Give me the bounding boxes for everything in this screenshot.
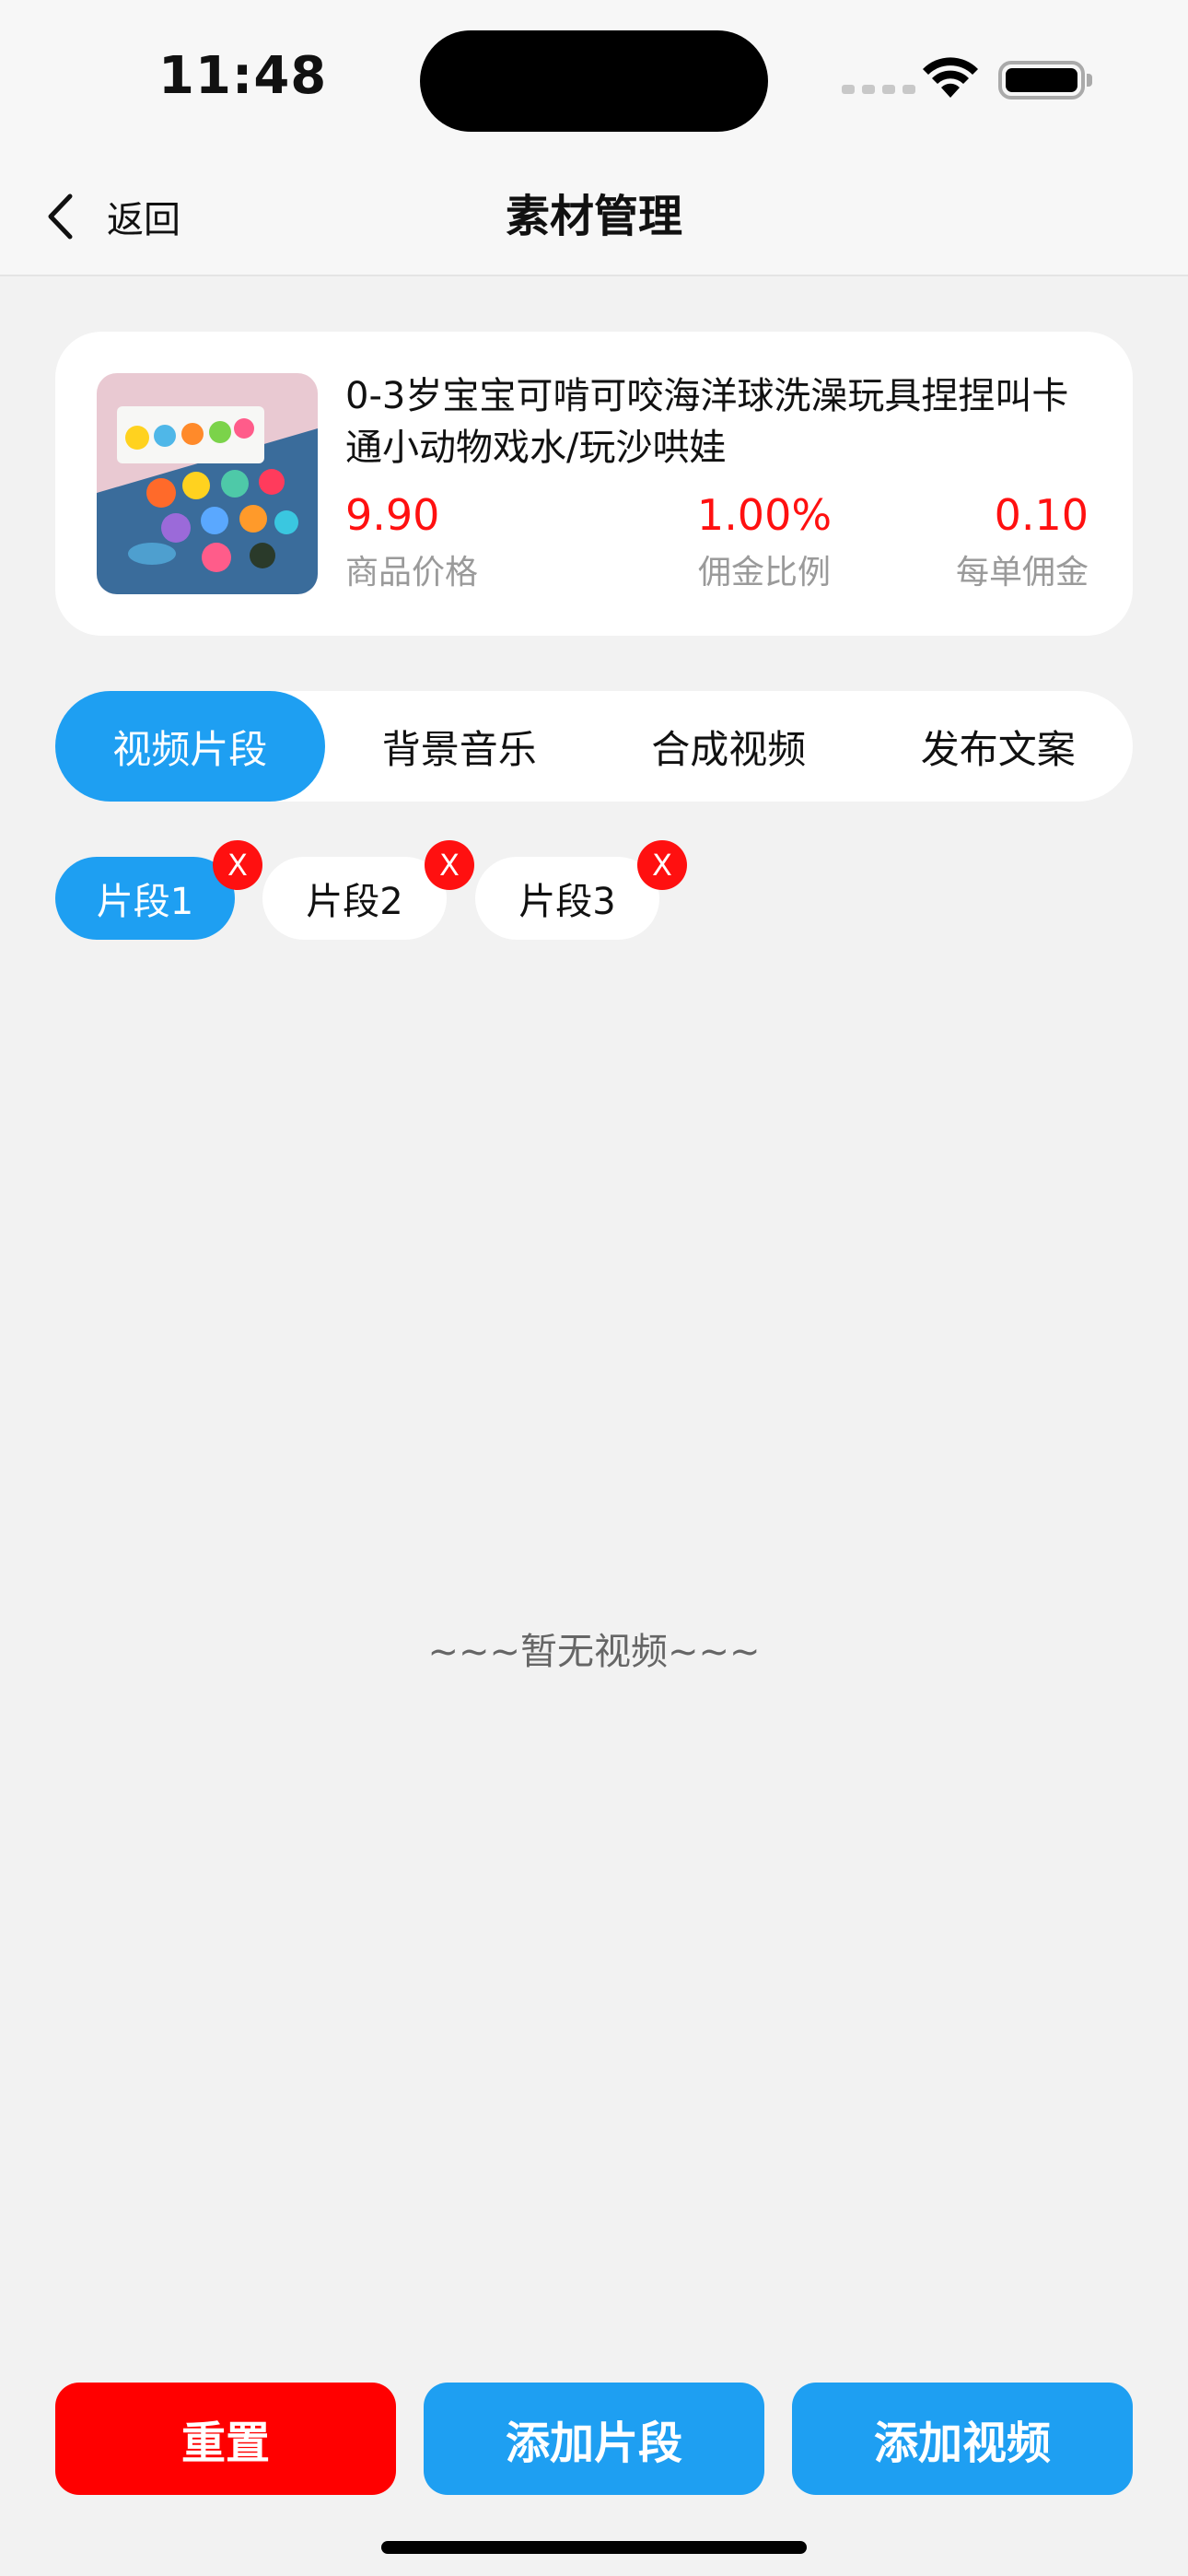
battery-icon xyxy=(998,61,1092,100)
status-bar: 11:48 xyxy=(0,0,1188,157)
close-icon[interactable]: X xyxy=(213,840,262,890)
segment-label: 片段3 xyxy=(518,881,616,923)
reset-button[interactable]: 重置 xyxy=(55,2383,396,2495)
home-indicator xyxy=(381,2541,807,2554)
price-label: 商品价格 xyxy=(345,554,479,591)
commission-per-order-stat: 0.10 每单佣金 xyxy=(956,486,1089,597)
cellular-signal-icon xyxy=(842,85,915,94)
product-card[interactable]: 0-3岁宝宝可啃可咬海洋球洗澡玩具捏捏叫卡通小动物戏水/玩沙哄娃 9.90 商品… xyxy=(55,332,1133,636)
add-segment-button[interactable]: 添加片段 xyxy=(424,2383,764,2495)
wifi-icon xyxy=(923,57,978,98)
commission-per-order-value: 0.10 xyxy=(994,490,1089,540)
commission-per-order-label: 每单佣金 xyxy=(955,554,1089,591)
segment-chip-2[interactable]: 片段2 X xyxy=(262,840,474,940)
commission-rate-label: 佣金比例 xyxy=(697,554,831,591)
commission-rate-stat: 1.00% 佣金比例 xyxy=(649,486,879,597)
status-time: 11:48 xyxy=(158,46,328,106)
empty-state-message: ~~~暂无视频~~~ xyxy=(427,1631,761,1673)
tab-background-music[interactable]: 背景音乐 xyxy=(325,691,595,802)
tab-publish-copy[interactable]: 发布文案 xyxy=(864,691,1134,802)
segment-chip-1[interactable]: 片段1 X xyxy=(55,840,262,940)
tab-bar: 视频片段 背景音乐 合成视频 发布文案 xyxy=(55,691,1133,802)
product-title: 0-3岁宝宝可啃可咬海洋球洗澡玩具捏捏叫卡通小动物戏水/玩沙哄娃 xyxy=(345,375,1069,469)
tab-video-segments[interactable]: 视频片段 xyxy=(55,691,325,802)
commission-rate-value: 1.00% xyxy=(696,490,833,540)
nav-bar: 返回 素材管理 xyxy=(0,157,1188,276)
close-icon[interactable]: X xyxy=(425,840,474,890)
segment-label: 片段1 xyxy=(96,881,194,923)
tab-composed-video[interactable]: 合成视频 xyxy=(594,691,864,802)
add-video-button[interactable]: 添加视频 xyxy=(792,2383,1133,2495)
page-title: 素材管理 xyxy=(505,191,682,242)
segment-label: 片段2 xyxy=(306,881,403,923)
close-icon[interactable]: X xyxy=(637,840,687,890)
dynamic-island xyxy=(420,30,768,132)
price-stat: 9.90 商品价格 xyxy=(345,486,478,597)
price-value: 9.90 xyxy=(345,490,440,540)
segment-chip-3[interactable]: 片段3 X xyxy=(475,840,687,940)
product-image xyxy=(97,373,318,594)
